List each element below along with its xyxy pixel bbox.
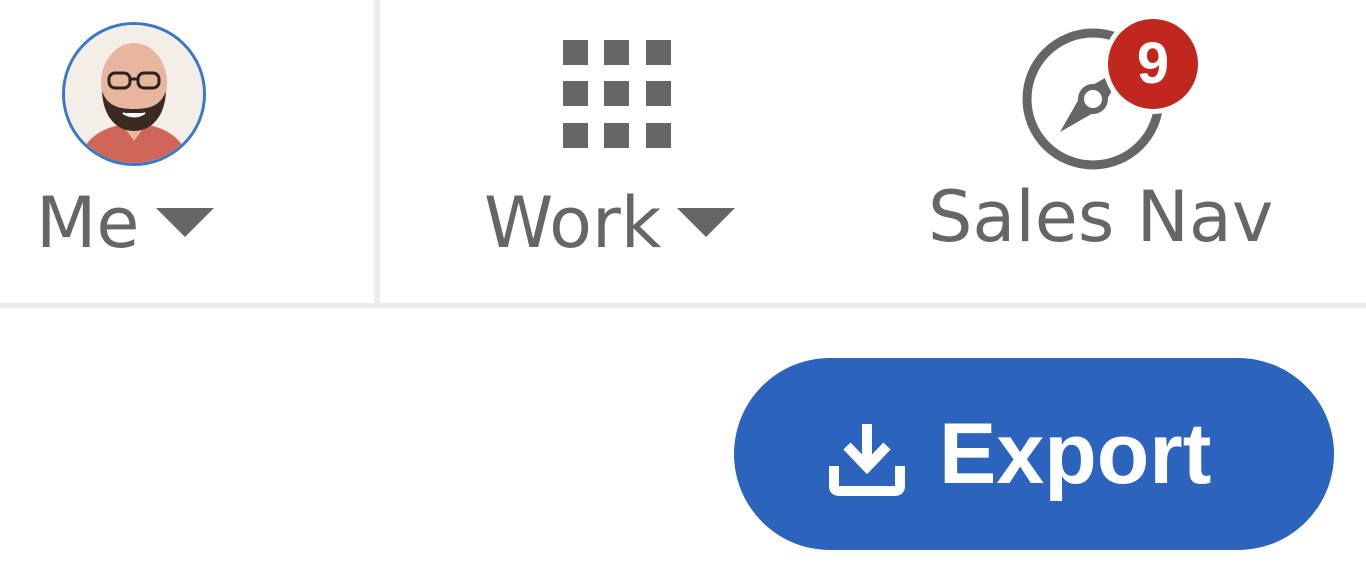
- nav-item-sales-nav[interactable]: 9 Sales Nav: [850, 0, 1366, 303]
- nav-item-work[interactable]: Work: [380, 0, 850, 303]
- apps-grid-icon: [563, 40, 671, 148]
- export-label: Export: [939, 406, 1212, 502]
- badge-count: 9: [1108, 19, 1198, 109]
- nav-item-me[interactable]: Me: [0, 0, 374, 303]
- avatar: [62, 22, 206, 166]
- export-button[interactable]: Export: [734, 358, 1334, 550]
- caret-down-icon: [677, 208, 735, 237]
- nav-label-work: Work: [484, 182, 662, 264]
- caret-down-icon: [156, 208, 214, 237]
- top-nav-bar: Me Work 9 Sales Nav: [0, 0, 1366, 308]
- nav-label-me: Me: [36, 182, 140, 264]
- nav-label-sales-nav: Sales Nav: [928, 176, 1274, 258]
- download-icon: [829, 424, 905, 496]
- notification-badge: 9: [1103, 14, 1203, 114]
